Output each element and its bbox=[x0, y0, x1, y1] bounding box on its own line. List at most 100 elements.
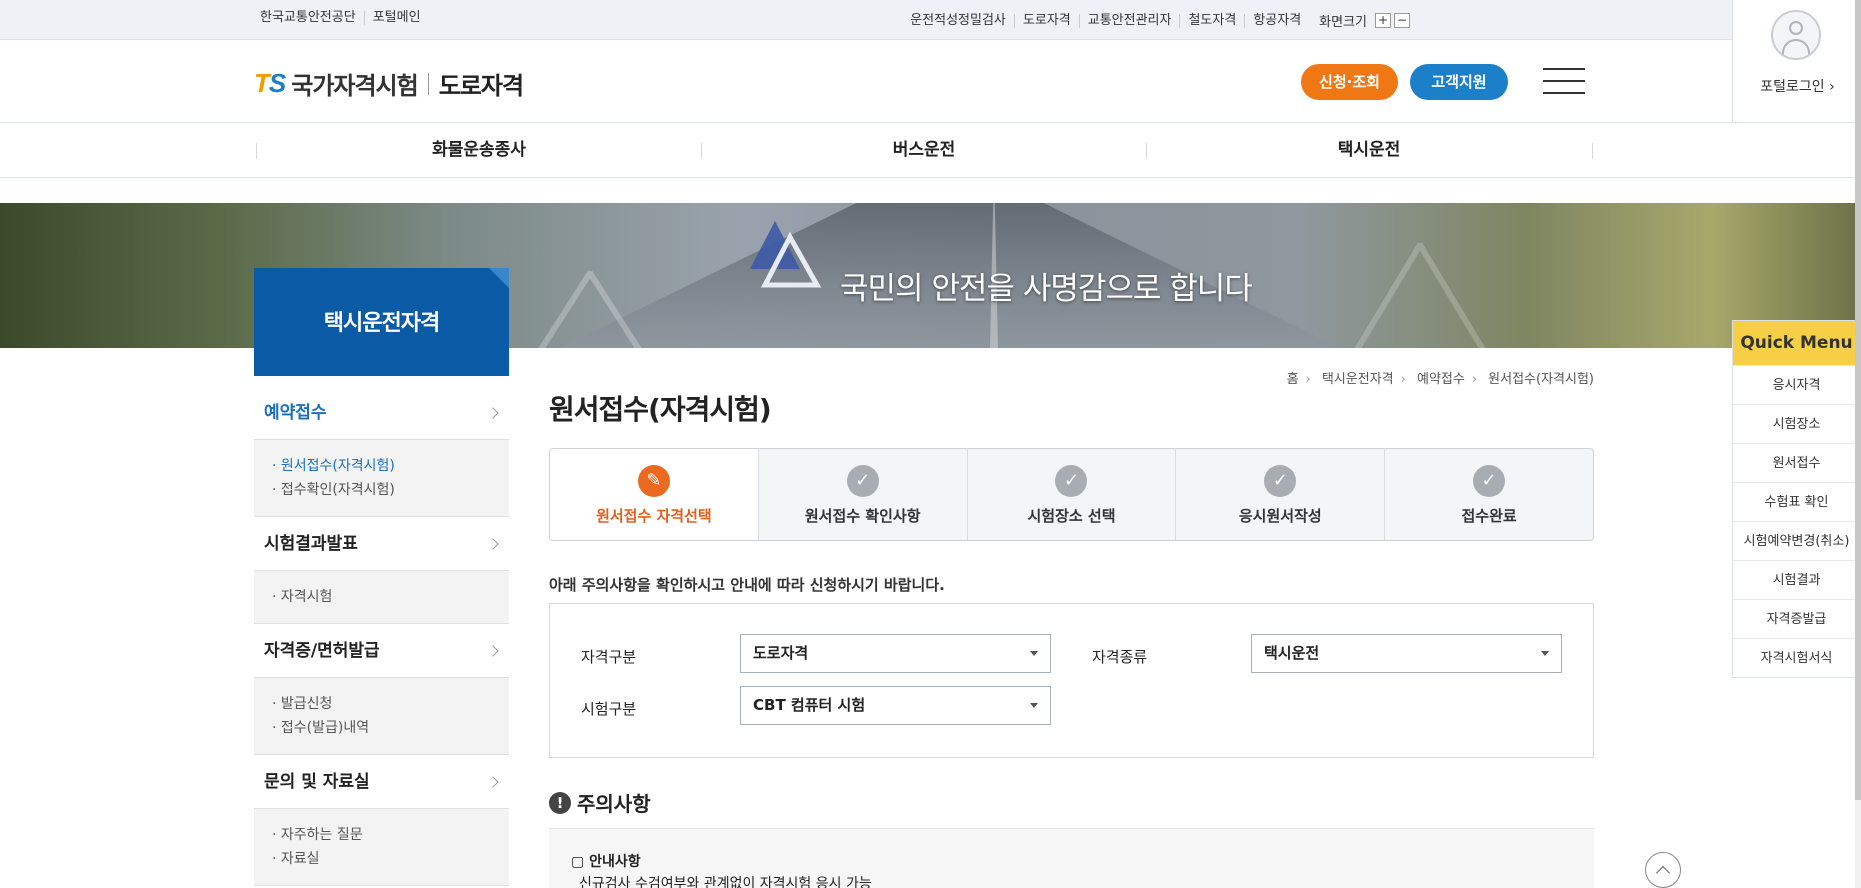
chevron-down-icon bbox=[1541, 651, 1549, 656]
side-nav-sub-issue-request[interactable]: · 발급신청 bbox=[272, 692, 509, 716]
side-nav-sublist: · 원서접수(자격시험) · 접수확인(자격시험) bbox=[254, 440, 509, 516]
quick-item-eligibility[interactable]: 응시자격 bbox=[1733, 365, 1860, 404]
step-application-form: ✓ 응시원서작성 bbox=[1175, 449, 1384, 540]
quick-item-ticket[interactable]: 수험표 확인 bbox=[1733, 482, 1860, 521]
chevron-right-icon bbox=[487, 407, 499, 419]
banner-slogan: 국민의 안전을 사명감으로 합니다 bbox=[840, 271, 1253, 307]
side-nav-sub-archive[interactable]: · 자료실 bbox=[272, 847, 509, 871]
nav-item-cargo[interactable]: 화물운송종사 bbox=[256, 123, 702, 178]
side-nav: 예약접수 · 원서접수(자격시험) · 접수확인(자격시험) 시험결과발표 · … bbox=[254, 386, 509, 886]
quick-item-change-reservation[interactable]: 시험예약변경(취소) bbox=[1733, 521, 1860, 560]
chevron-right-icon bbox=[487, 776, 499, 788]
util-link-portal-main[interactable]: 포털메인 bbox=[363, 11, 429, 25]
customer-support-button[interactable]: 고객지원 bbox=[1410, 64, 1508, 100]
side-nav-group: 자격증/면허발급 · 발급신청 · 접수(발급)내역 bbox=[254, 624, 509, 755]
util-link-road[interactable]: 도로자격 bbox=[1013, 13, 1079, 28]
breadcrumb-current: 원서접수(자격시험) bbox=[1488, 372, 1594, 387]
util-link-kotsa[interactable]: 한국교통안전공단 bbox=[260, 11, 364, 25]
nav-item-bus[interactable]: 버스운전 bbox=[701, 123, 1147, 178]
page-root: 한국교통안전공단 포털메인 운전적성정밀검사 도로자격 교통안전관리자 철도자격… bbox=[0, 0, 1861, 888]
font-size-control: 화면크기 + − bbox=[1319, 11, 1410, 30]
step-label: 원서접수 자격선택 bbox=[596, 507, 712, 525]
side-nav-sub-faq[interactable]: · 자주하는 질문 bbox=[272, 823, 509, 847]
font-size-label: 화면크기 bbox=[1319, 15, 1367, 30]
side-nav-sub-confirm-exam[interactable]: · 접수확인(자격시험) bbox=[272, 478, 509, 502]
nav-divider bbox=[1592, 143, 1593, 159]
quick-item-result[interactable]: 시험결과 bbox=[1733, 560, 1860, 599]
decorative-triangle-icon bbox=[1354, 243, 1486, 348]
progress-steps: ✎ 원서접수 자격선택 ✓ 원서접수 확인사항 ✓ 시험장소 선택 ✓ 응시원서… bbox=[549, 448, 1594, 541]
page-title: 원서접수(자격시험) bbox=[549, 393, 772, 426]
exclamation-icon: ! bbox=[549, 791, 571, 814]
utility-bar: 한국교통안전공단 포털메인 운전적성정밀검사 도로자격 교통안전관리자 철도자격… bbox=[0, 0, 1732, 40]
section-title: 택시운전자격 bbox=[254, 268, 509, 376]
chevron-right-icon bbox=[487, 645, 499, 657]
side-nav-group: 문의 및 자료실 · 자주하는 질문 · 자료실 bbox=[254, 755, 509, 886]
side-nav-sublist: · 자격시험 bbox=[254, 571, 509, 623]
quick-menu: Quick Menu 응시자격 시험장소 원서접수 수험표 확인 시험예약변경(… bbox=[1732, 320, 1861, 678]
side-nav-sub-issue-history[interactable]: · 접수(발급)내역 bbox=[272, 716, 509, 740]
exam-type-select[interactable]: CBT 컴퓨터 시험 bbox=[740, 686, 1051, 725]
quick-item-apply[interactable]: 원서접수 bbox=[1733, 443, 1860, 482]
menu-icon[interactable] bbox=[1543, 68, 1585, 94]
breadcrumb-home[interactable]: 홈 bbox=[1287, 372, 1299, 387]
caution-title: 주의사항 bbox=[577, 792, 651, 816]
util-link-aviation[interactable]: 항공자격 bbox=[1244, 13, 1309, 28]
utility-right-links: 운전적성정밀검사 도로자격 교통안전관리자 철도자격 항공자격 화면크기 + − bbox=[910, 11, 1410, 30]
side-nav-results[interactable]: 시험결과발표 bbox=[254, 517, 509, 571]
util-link-aptitude[interactable]: 운전적성정밀검사 bbox=[910, 13, 1014, 28]
exam-type-label: 시험구분 bbox=[581, 700, 637, 718]
scroll-to-top-icon[interactable] bbox=[1645, 852, 1681, 888]
qualification-form: 자격구분 도로자격 자격종류 택시운전 시험구분 CBT 컴퓨터 시험 bbox=[549, 603, 1594, 758]
portal-login[interactable]: 포털로그인 › bbox=[1732, 0, 1861, 123]
caution-heading: ! 주의사항 bbox=[549, 788, 651, 817]
side-nav-sub-qual-exam[interactable]: · 자격시험 bbox=[272, 585, 509, 609]
quick-item-venue[interactable]: 시험장소 bbox=[1733, 404, 1860, 443]
qual-type-select[interactable]: 도로자격 bbox=[740, 634, 1051, 673]
breadcrumb-item[interactable]: 예약접수 bbox=[1417, 372, 1465, 387]
side-nav-reservation[interactable]: 예약접수 bbox=[254, 386, 509, 440]
side-nav-sub-apply-exam[interactable]: · 원서접수(자격시험) bbox=[272, 454, 509, 478]
step-qualification-select: ✎ 원서접수 자격선택 bbox=[550, 449, 758, 540]
side-nav-sublist: · 발급신청 · 접수(발급)내역 bbox=[254, 678, 509, 754]
chevron-down-icon bbox=[1030, 703, 1038, 708]
breadcrumb-item[interactable]: 택시운전자격 bbox=[1322, 372, 1394, 387]
quick-item-forms[interactable]: 자격시험서식 bbox=[1733, 638, 1860, 677]
caution-box: ▢ 안내사항 신규검사 수검여부와 관계없이 자격시험 응시 가능 bbox=[549, 828, 1594, 888]
ts-logo-mark: TS bbox=[254, 68, 286, 98]
font-size-minus-button[interactable]: − bbox=[1394, 13, 1410, 28]
qual-kind-label: 자격종류 bbox=[1092, 648, 1148, 666]
logo-subtitle: 도로자격 bbox=[438, 72, 524, 100]
apply-inquiry-button[interactable]: 신청·조회 bbox=[1301, 64, 1398, 100]
side-nav-inquiry[interactable]: 문의 및 자료실 bbox=[254, 755, 509, 809]
step-label: 시험장소 선택 bbox=[1027, 507, 1116, 525]
site-header: TS 국가자격시험 도로자격 신청·조회 고객지원 bbox=[0, 40, 1732, 123]
qual-kind-select[interactable]: 택시운전 bbox=[1251, 634, 1562, 673]
util-link-safety-manager[interactable]: 교통안전관리자 bbox=[1078, 13, 1180, 28]
page-scrollbar[interactable] bbox=[1855, 0, 1861, 888]
scrollbar-thumb[interactable] bbox=[1855, 0, 1861, 800]
step-complete: ✓ 접수완료 bbox=[1384, 449, 1593, 540]
utility-left-links: 한국교통안전공단 포털메인 bbox=[260, 11, 429, 25]
step-confirm-items: ✓ 원서접수 확인사항 bbox=[757, 449, 967, 540]
check-icon: ✓ bbox=[1264, 465, 1297, 497]
user-avatar-icon bbox=[1771, 10, 1821, 60]
logo-divider bbox=[427, 72, 429, 95]
side-nav-certificate[interactable]: 자격증/면허발급 bbox=[254, 624, 509, 678]
check-icon: ✓ bbox=[1055, 465, 1088, 497]
font-size-plus-button[interactable]: + bbox=[1375, 13, 1391, 28]
decorative-triangle-icon bbox=[538, 271, 642, 348]
step-venue-select: ✓ 시험장소 선택 bbox=[966, 449, 1176, 540]
qual-type-label: 자격구분 bbox=[581, 648, 637, 666]
side-nav-group: 시험결과발표 · 자격시험 bbox=[254, 517, 509, 624]
triangle-logo-icon bbox=[750, 221, 822, 288]
breadcrumb: 홈 › 택시운전자격 › 예약접수 › 원서접수(자격시험) bbox=[1286, 372, 1594, 387]
side-nav-sublist: · 자주하는 질문 · 자료실 bbox=[254, 809, 509, 885]
instruction-text: 아래 주의사항을 확인하시고 안내에 따라 신청하시기 바랍니다. bbox=[549, 576, 945, 594]
util-link-railway[interactable]: 철도자격 bbox=[1179, 13, 1244, 28]
nav-item-taxi[interactable]: 택시운전 bbox=[1146, 123, 1592, 178]
quick-item-certificate[interactable]: 자격증발급 bbox=[1733, 599, 1860, 638]
pencil-icon: ✎ bbox=[637, 465, 670, 497]
check-icon: ✓ bbox=[1473, 465, 1506, 497]
site-logo[interactable]: TS 국가자격시험 도로자격 bbox=[254, 66, 524, 101]
